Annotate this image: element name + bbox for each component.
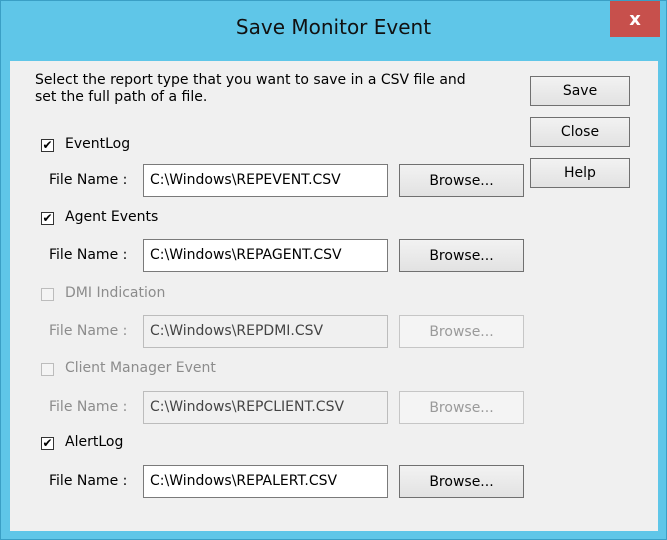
- eventlog-browse-button[interactable]: Browse...: [399, 164, 524, 197]
- close-window-button[interactable]: x: [610, 1, 660, 37]
- dmi-indication-file-field[interactable]: C:\Windows\REPDMI.CSV: [143, 315, 388, 348]
- client-manager-event-file-field[interactable]: C:\Windows\REPCLIENT.CSV: [143, 391, 388, 424]
- alertlog-checkbox[interactable]: ✔: [41, 437, 54, 450]
- title-bar[interactable]: Save Monitor Event x: [1, 1, 666, 61]
- dialog-body: Select the report type that you want to …: [10, 61, 658, 531]
- close-button[interactable]: Close: [530, 117, 630, 147]
- instructions-line-2: set the full path of a file.: [35, 89, 208, 105]
- agent-events-file-field[interactable]: C:\Windows\REPAGENT.CSV: [143, 239, 388, 272]
- agent-events-label: Agent Events: [65, 209, 159, 225]
- client-manager-event-label: Client Manager Event: [65, 360, 216, 376]
- eventlog-file-field[interactable]: C:\Windows\REPEVENT.CSV: [143, 164, 388, 197]
- dmi-indication-checkbox[interactable]: [41, 288, 54, 301]
- client-manager-event-browse-button[interactable]: Browse...: [399, 391, 524, 424]
- alertlog-browse-button[interactable]: Browse...: [399, 465, 524, 498]
- dmi-indication-label: DMI Indication: [65, 285, 166, 301]
- dialog-window: Save Monitor Event x Select the report t…: [0, 0, 667, 540]
- eventlog-checkbox[interactable]: ✔: [41, 139, 54, 152]
- eventlog-label: EventLog: [65, 136, 131, 152]
- help-button[interactable]: Help: [530, 158, 630, 188]
- eventlog-file-name-label: File Name :: [49, 172, 128, 188]
- agent-events-file-name-label: File Name :: [49, 247, 128, 263]
- alertlog-file-name-label: File Name :: [49, 473, 128, 489]
- client-manager-event-file-name-label: File Name :: [49, 399, 128, 415]
- save-button[interactable]: Save: [530, 76, 630, 106]
- dmi-indication-file-name-label: File Name :: [49, 323, 128, 339]
- window-title: Save Monitor Event: [235, 15, 432, 39]
- instructions-text: Select the report type that you want to …: [35, 72, 466, 106]
- agent-events-browse-button[interactable]: Browse...: [399, 239, 524, 272]
- agent-events-checkbox[interactable]: ✔: [41, 212, 54, 225]
- alertlog-file-field[interactable]: C:\Windows\REPALERT.CSV: [143, 465, 388, 498]
- alertlog-label: AlertLog: [65, 434, 124, 450]
- dmi-indication-browse-button[interactable]: Browse...: [399, 315, 524, 348]
- instructions-line-1: Select the report type that you want to …: [35, 72, 466, 88]
- client-manager-event-checkbox[interactable]: [41, 363, 54, 376]
- close-icon: x: [629, 8, 641, 30]
